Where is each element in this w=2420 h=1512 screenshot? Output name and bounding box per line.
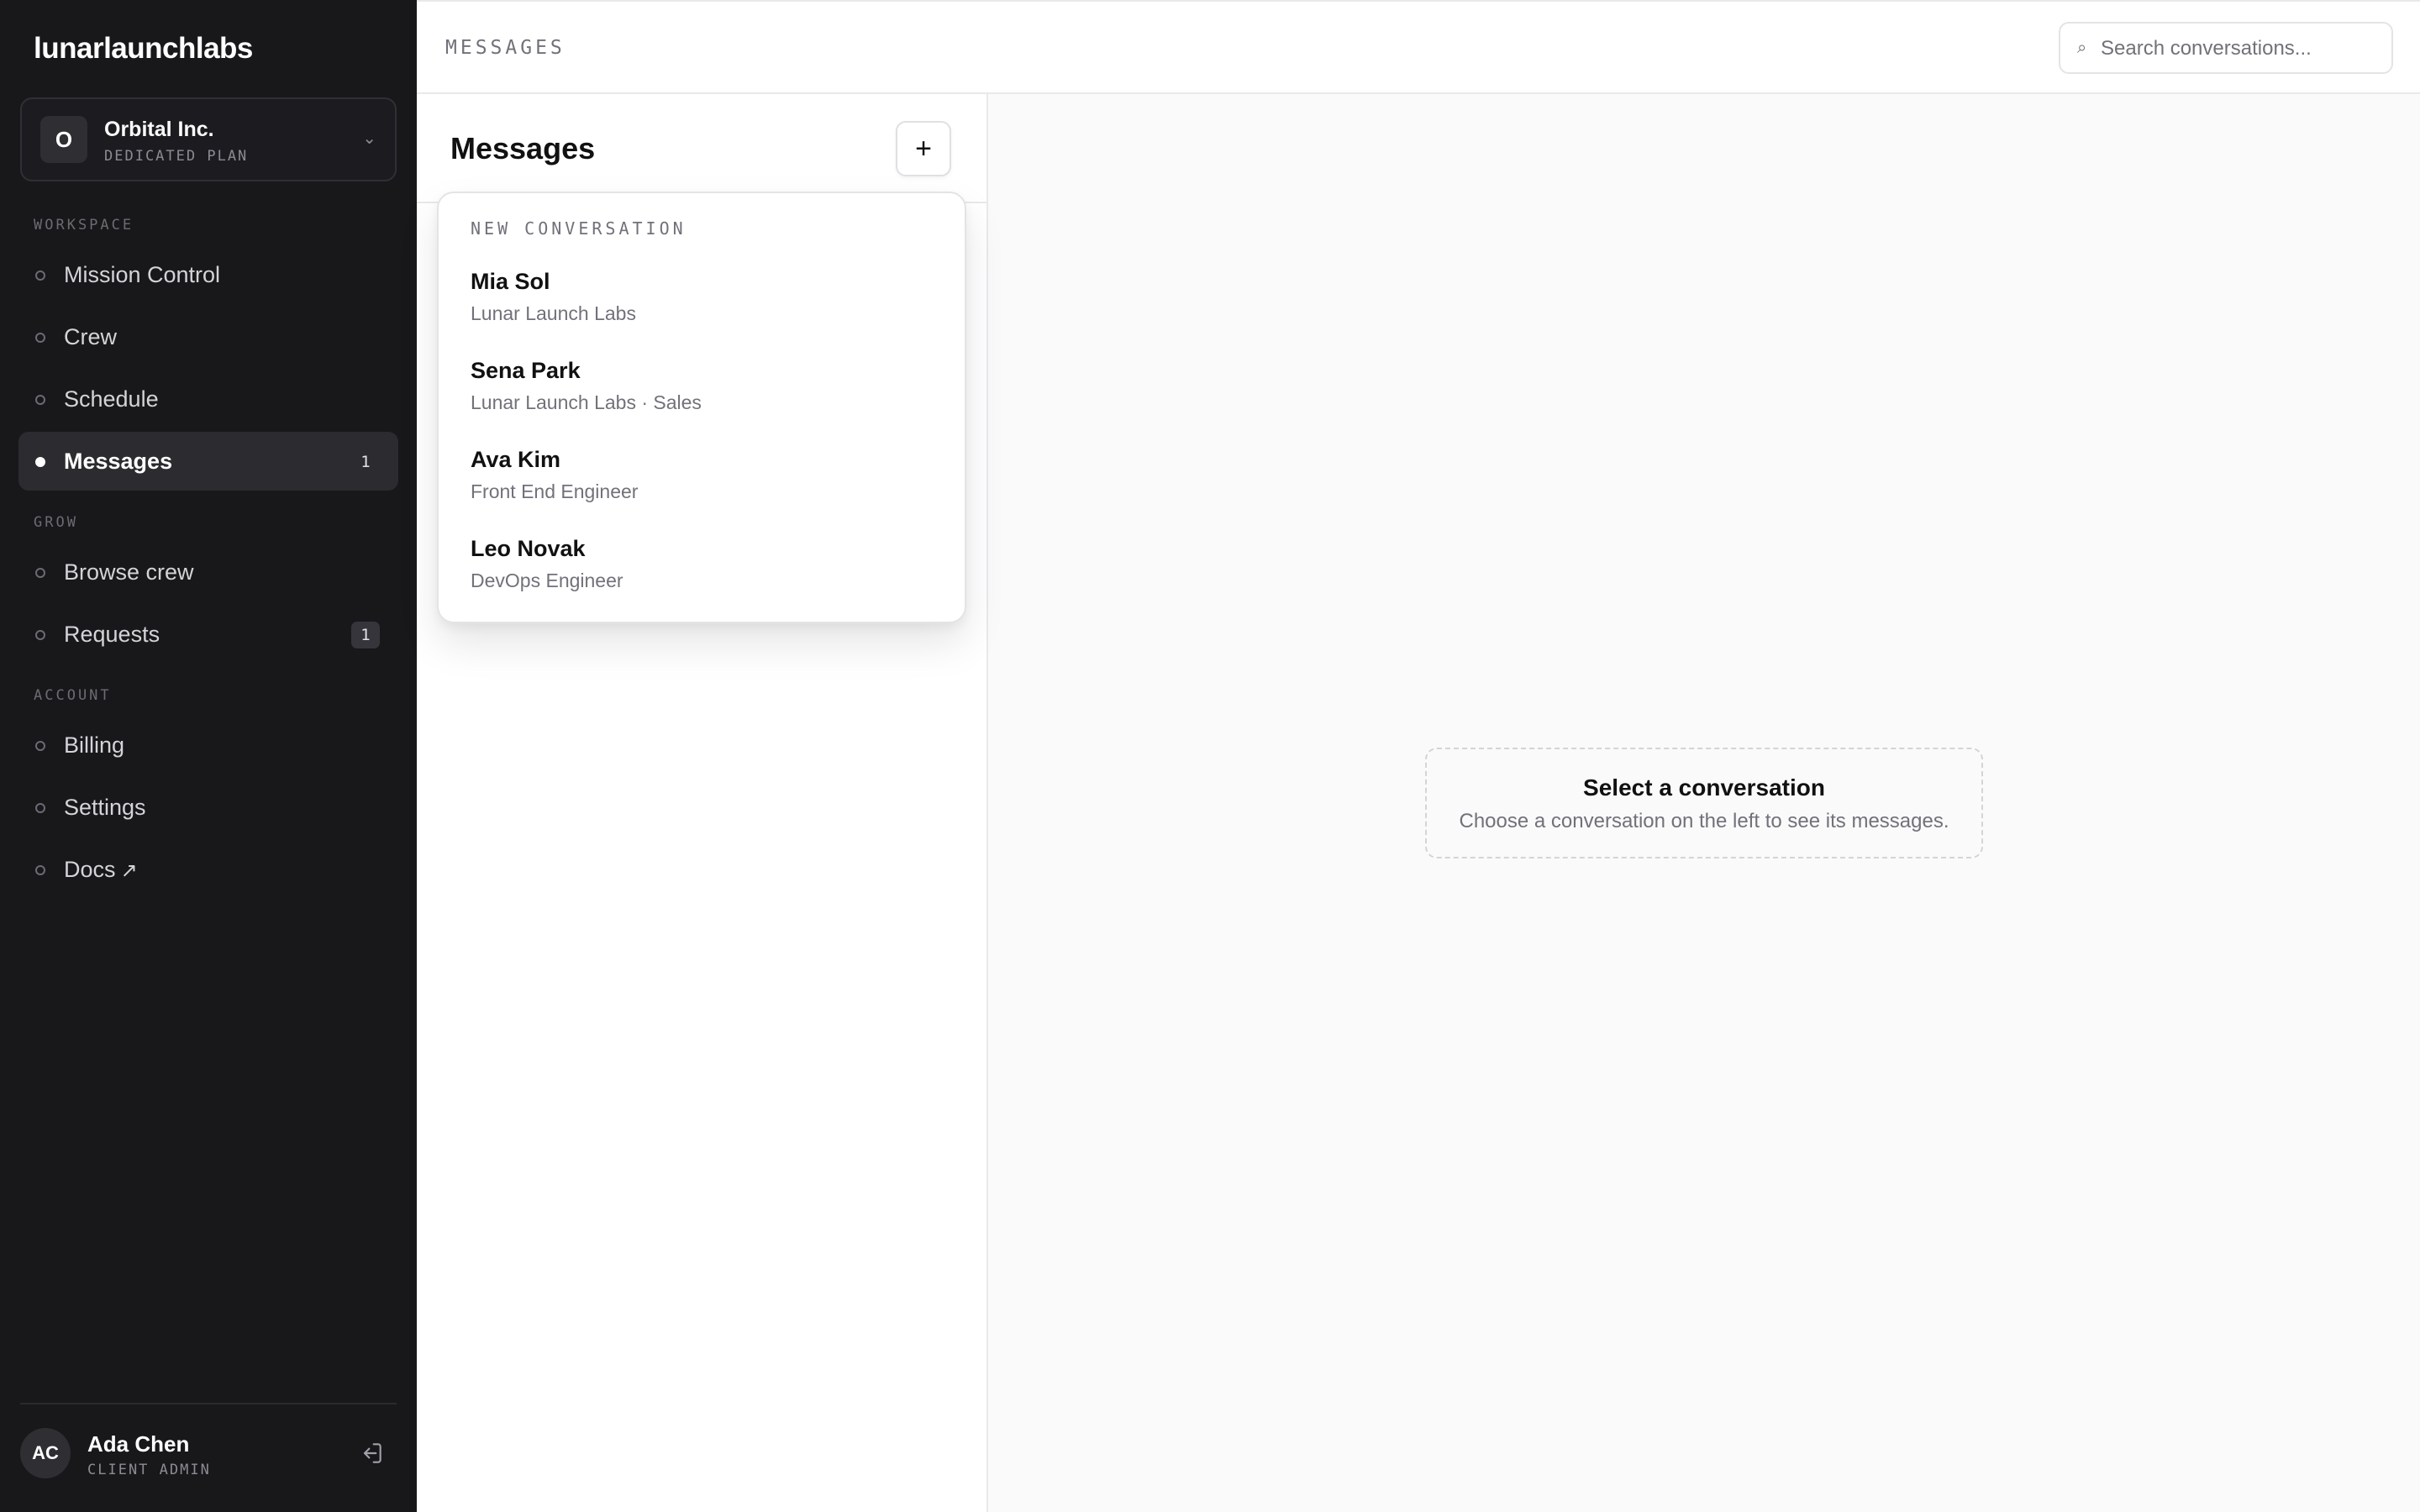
requests-badge: 1	[351, 622, 380, 648]
contact-name: Ava Kim	[471, 447, 561, 472]
sidebar-divider	[20, 1403, 397, 1404]
contact-name: Sena Park	[471, 358, 581, 383]
contact-subtitle: DevOps Engineer	[471, 570, 623, 591]
empty-state-title: Select a conversation	[1583, 774, 1825, 801]
circle-icon	[35, 803, 45, 813]
external-link-icon: ↗	[120, 859, 138, 882]
circle-icon	[35, 270, 45, 281]
panel-title: Messages	[450, 131, 596, 165]
circle-icon	[35, 457, 45, 467]
org-name: Orbital Inc.	[104, 118, 214, 141]
search-input[interactable]	[2101, 34, 2378, 64]
org-plan: DEDICATED PLAN	[104, 148, 249, 165]
sidebar-item-settings[interactable]: Settings	[18, 778, 398, 837]
page-title: MESSAGES	[445, 37, 566, 59]
section-label-account: ACCOUNT	[34, 687, 112, 704]
sidebar-item-label: Mission Control	[64, 262, 221, 287]
contact-item-sena-park[interactable]: Sena Park Lunar Launch Labs · Sales	[454, 348, 953, 428]
search-box[interactable]: ⌕	[2059, 22, 2393, 74]
user-name: Ada Chen	[87, 1431, 190, 1457]
circle-icon	[35, 333, 45, 343]
sidebar-item-docs[interactable]: Docs ↗	[18, 840, 398, 899]
sidebar-item-browse-crew[interactable]: Browse crew	[18, 543, 398, 601]
sidebar-item-mission-control[interactable]: Mission Control	[18, 245, 398, 304]
contact-subtitle: Front End Engineer	[471, 480, 639, 502]
user-role: CLIENT ADMIN	[87, 1462, 211, 1478]
section-label-grow: GROW	[34, 514, 78, 531]
avatar[interactable]: AC	[20, 1428, 71, 1478]
sidebar-item-label: Settings	[64, 795, 146, 820]
circle-icon	[35, 395, 45, 405]
contact-name: Leo Novak	[471, 536, 586, 561]
sidebar-item-label: Requests	[64, 622, 160, 647]
empty-state: Select a conversation Choose a conversat…	[1425, 748, 1983, 858]
circle-icon	[35, 865, 45, 875]
sidebar-item-label: Crew	[64, 324, 118, 349]
contact-item-leo-novak[interactable]: Leo Novak DevOps Engineer	[454, 526, 953, 606]
sidebar-item-schedule[interactable]: Schedule	[18, 370, 398, 428]
sidebar-item-billing[interactable]: Billing	[18, 716, 398, 774]
docs-label: Docs	[64, 857, 116, 882]
top-bar: MESSAGES ⌕	[417, 0, 2420, 94]
unread-badge: 1	[360, 453, 371, 471]
sidebar-item-requests[interactable]: Requests 1	[18, 605, 398, 664]
org-avatar: O	[40, 116, 87, 163]
contact-item-mia-sol[interactable]: Mia Sol Lunar Launch Labs	[454, 259, 953, 339]
circle-icon	[35, 741, 45, 751]
contact-name: Mia Sol	[471, 269, 550, 294]
contact-item-ava-kim[interactable]: Ava Kim Front End Engineer	[454, 437, 953, 517]
circle-icon	[35, 630, 45, 640]
empty-state-subtitle: Choose a conversation on the left to see…	[1459, 810, 1949, 832]
org-switcher[interactable]: O Orbital Inc. DEDICATED PLAN ⌄	[20, 97, 397, 181]
sidebar-item-messages[interactable]: Messages 1	[18, 432, 398, 491]
chevron-down-icon: ⌄	[362, 129, 376, 148]
sidebar-item-crew[interactable]: Crew	[18, 307, 398, 366]
contact-subtitle: Lunar Launch Labs	[471, 302, 636, 324]
sidebar: lunarlaunchlabs O Orbital Inc. DEDICATED…	[0, 0, 417, 1512]
search-icon: ⌕	[2077, 39, 2087, 57]
sidebar-item-label: Messages	[64, 449, 173, 474]
new-conversation-button[interactable]: +	[896, 121, 951, 176]
contact-subtitle: Lunar Launch Labs · Sales	[471, 391, 702, 413]
dropdown-header: NEW CONVERSATION	[471, 218, 687, 239]
sidebar-item-label: Schedule	[64, 386, 159, 412]
logout-icon[interactable]	[358, 1440, 385, 1467]
sidebar-item-label: Docs ↗	[64, 857, 138, 883]
sidebar-item-label: Browse crew	[64, 559, 194, 585]
circle-icon	[35, 568, 45, 578]
conversation-list-header: Messages +	[417, 94, 986, 203]
sidebar-item-label: Billing	[64, 732, 125, 758]
new-conversation-dropdown: NEW CONVERSATION Mia Sol Lunar Launch La…	[437, 192, 966, 623]
section-label-workspace: WORKSPACE	[34, 217, 134, 234]
brand-logo[interactable]: lunarlaunchlabs	[34, 32, 253, 66]
